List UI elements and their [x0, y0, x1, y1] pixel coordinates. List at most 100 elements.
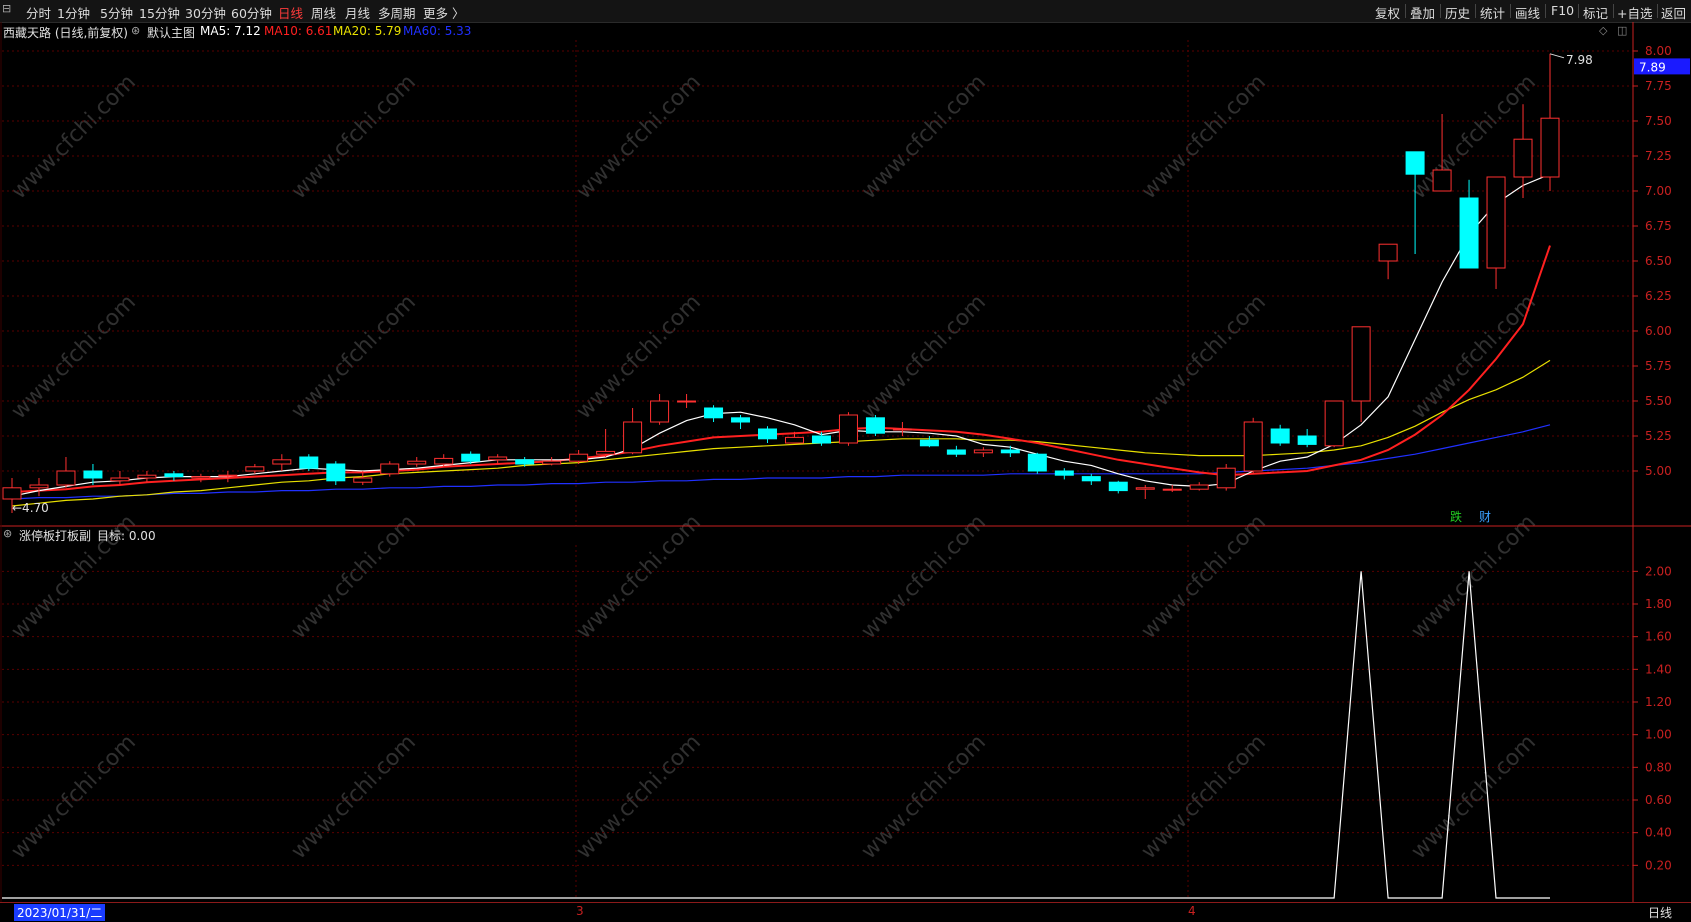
time-axis-bar: 2023/01/31/二 3 4 日线 [0, 902, 1691, 922]
watermark-text: www.cfchi.com [287, 290, 421, 424]
candle-down [1081, 476, 1101, 482]
high-price-label: 7.98 [1566, 53, 1593, 67]
ma5-line [11, 173, 1551, 497]
candle-up [2, 487, 22, 500]
candle-up [784, 436, 804, 444]
kline-chart[interactable]: www.cfchi.com www.cfchi.com www.cfchi.com w… [0, 0, 1691, 921]
candle-down [1108, 481, 1128, 492]
watermark-text: www.cfchi.com [857, 70, 991, 204]
indicator-name[interactable]: 涨停板打板副 [19, 527, 91, 544]
template-toggle-icon[interactable]: ⊛ [131, 24, 140, 37]
price-tick-label: 7.75 [1645, 79, 1672, 93]
candle-down [461, 453, 481, 462]
candle-down [811, 435, 831, 444]
candle-down [83, 470, 103, 479]
month-mark-3: 3 [576, 904, 584, 918]
month-mark-4: 4 [1188, 904, 1196, 918]
sub-info-bar: ⊛ 涨停板打板副 目标: 0.00 [0, 525, 1000, 543]
high-pointer [1549, 53, 1565, 59]
candle-up [1216, 467, 1236, 489]
candle-down [515, 459, 535, 465]
candle-down [1297, 435, 1317, 445]
moving-average-lines [11, 173, 1551, 507]
indicator-toggle-icon[interactable]: ⊛ [3, 527, 12, 540]
candle-down [164, 473, 184, 478]
axes [0, 22, 1691, 902]
watermark-text: www.cfchi.com [287, 70, 421, 204]
price-tick-label: 5.75 [1645, 359, 1672, 373]
candle-down [1405, 151, 1425, 175]
candle-up [218, 474, 238, 477]
price-tick-label: 6.25 [1645, 289, 1672, 303]
price-tick-label: 5.25 [1645, 429, 1672, 443]
candle-up [1378, 243, 1398, 262]
watermark-text: www.cfchi.com [572, 70, 706, 204]
price-tick-label: 5.00 [1645, 464, 1672, 478]
candle-up [677, 400, 697, 403]
candle-up [1351, 326, 1371, 402]
sub-tick-label: 1.80 [1645, 597, 1672, 611]
watermark-text: www.cfchi.com [287, 730, 421, 864]
watermark-text: www.cfchi.com [1137, 510, 1271, 644]
sub-tick-label: 1.40 [1645, 662, 1672, 676]
price-tick-label: 8.00 [1645, 44, 1672, 58]
watermark-text: www.cfchi.com [857, 290, 991, 424]
event-marker: 跌 [1450, 509, 1462, 524]
candle-down [758, 428, 778, 440]
ma10-line [11, 245, 1551, 493]
sub-tick-label: 0.80 [1645, 760, 1672, 774]
panel-toggle-icon[interactable]: ◫ [1617, 24, 1627, 37]
candle-up [596, 450, 616, 455]
candle-down [704, 407, 724, 419]
watermark-text: www.cfchi.com [7, 290, 141, 424]
ma5-value: MA5: 7.12 [200, 24, 261, 38]
candle-down [1054, 470, 1074, 476]
candle-up [569, 453, 589, 462]
sub-tick-label: 2.00 [1645, 564, 1672, 578]
cursor-date: 2023/01/31/二 [14, 904, 106, 921]
watermark-text: www.cfchi.com [857, 730, 991, 864]
candle-up [1324, 400, 1344, 447]
candle-up [353, 477, 373, 483]
candle-up [1243, 421, 1263, 472]
candle-up [245, 466, 265, 472]
candle-down [946, 449, 966, 455]
watermark-text: www.cfchi.com [1137, 730, 1271, 864]
ma20-value: MA20: 5.79 [333, 24, 402, 38]
price-tick-label: 6.00 [1645, 324, 1672, 338]
indicator-value: 目标: 0.00 [97, 529, 156, 543]
watermark-text: www.cfchi.com [1407, 730, 1541, 864]
candle-down [865, 417, 885, 434]
price-tick-label: 7.50 [1645, 114, 1672, 128]
watermark-text: www.cfchi.com [572, 290, 706, 424]
candle-up [838, 414, 858, 444]
sub-tick-label: 1.20 [1645, 695, 1672, 709]
watermark-text: www.cfchi.com [1137, 70, 1271, 204]
candle-up [1162, 488, 1182, 491]
candle-up [1189, 484, 1209, 490]
candle-up [1513, 138, 1533, 178]
candle-up [380, 463, 400, 475]
candle-up [407, 460, 427, 465]
low-price-label: ←4.70 [12, 501, 49, 515]
template-name[interactable]: 默认主图 [147, 24, 195, 41]
sub-tick-label: 0.40 [1645, 826, 1672, 840]
watermark-text: www.cfchi.com [1407, 290, 1541, 424]
candle-up [110, 477, 130, 482]
watermark-text: www.cfchi.com [7, 730, 141, 864]
candle-up [29, 484, 49, 489]
watermark-layer: www.cfchi.com www.cfchi.com www.cfchi.com w… [7, 70, 1541, 864]
candle-up [488, 456, 508, 461]
main-info-bar: 西藏天路 (日线,前复权) ⊛ 默认主图 MA5: 7.12 MA10: 6.6… [0, 22, 1630, 40]
candle-down [1270, 428, 1290, 444]
price-tick-label: 5.50 [1645, 394, 1672, 408]
ma10-value: MA10: 6.61 [264, 24, 333, 38]
sub-tick-label: 0.60 [1645, 793, 1672, 807]
current-price-label: 7.89 [1639, 60, 1666, 74]
diamond-icon[interactable]: ◇ [1599, 24, 1607, 37]
sub-tick-label: 1.00 [1645, 728, 1672, 742]
candle-up [650, 400, 670, 423]
candle-up [272, 459, 292, 465]
candle-up [1540, 117, 1560, 178]
candle-up [892, 428, 912, 431]
